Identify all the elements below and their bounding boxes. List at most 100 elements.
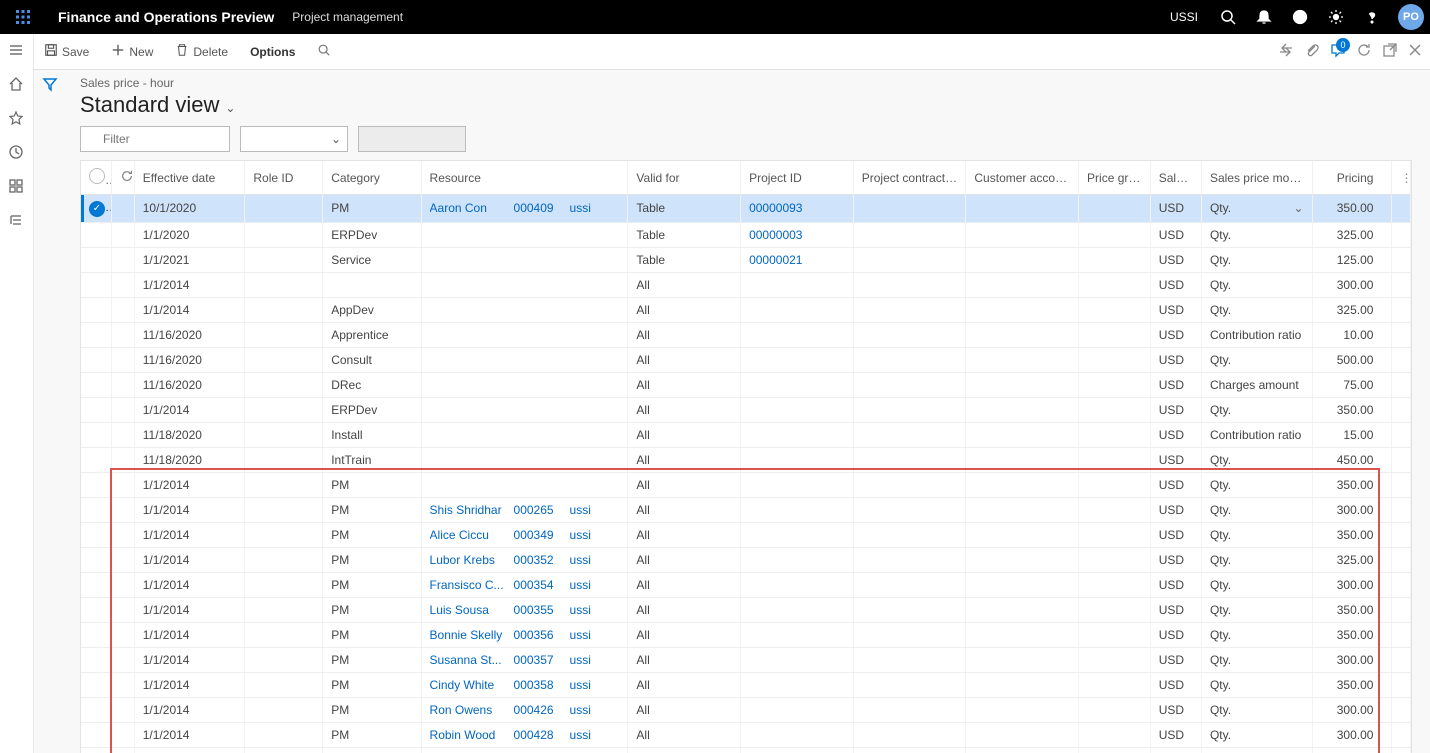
row-select-cell[interactable]: [81, 647, 112, 672]
cell-pricing[interactable]: 325.00: [1312, 297, 1392, 322]
cell-project-id[interactable]: [741, 297, 854, 322]
resource-code[interactable]: 000409: [514, 201, 562, 215]
cell-contract-id[interactable]: [853, 472, 966, 497]
cell-effective-date[interactable]: 1/1/2014: [134, 522, 245, 547]
cell-currency[interactable]: USD: [1150, 272, 1201, 297]
cell-pricing[interactable]: 350.00: [1312, 672, 1392, 697]
cell-role-id[interactable]: [245, 447, 323, 472]
resource-name[interactable]: Aaron Con: [430, 201, 506, 215]
cell-pricing[interactable]: 300.00: [1312, 572, 1392, 597]
help-icon[interactable]: [1356, 1, 1388, 33]
cell-category[interactable]: PM: [323, 747, 421, 753]
cell-pricing[interactable]: 350.00: [1312, 397, 1392, 422]
cell-price-group[interactable]: [1079, 722, 1151, 747]
row-select-cell[interactable]: [81, 572, 112, 597]
col-valid-for[interactable]: Valid for: [628, 161, 741, 195]
cell-price-group[interactable]: [1079, 397, 1151, 422]
table-row[interactable]: 1/1/2014PMLuis Sousa000355ussiAllUSDQty.…: [81, 597, 1411, 622]
row-select-cell[interactable]: [81, 472, 112, 497]
cell-pricing[interactable]: 300.00: [1312, 722, 1392, 747]
cmdbar-search-button[interactable]: [307, 37, 341, 66]
cell-role-id[interactable]: [245, 195, 323, 223]
cell-contract-id[interactable]: [853, 697, 966, 722]
cell-valid-for[interactable]: All: [628, 472, 741, 497]
cell-project-id[interactable]: [741, 647, 854, 672]
resource-name[interactable]: Cindy White: [430, 678, 506, 692]
cell-resource[interactable]: Lubor Krebs000352ussi: [421, 547, 628, 572]
cell-valid-for[interactable]: Table: [628, 247, 741, 272]
cell-price-group[interactable]: [1079, 372, 1151, 397]
table-row[interactable]: 1/1/2014PMRobin Wood000428ussiAllUSDQty.…: [81, 722, 1411, 747]
resource-code[interactable]: 000354: [514, 578, 562, 592]
col-effective-date[interactable]: Effective date: [134, 161, 245, 195]
cell-project-id[interactable]: [741, 672, 854, 697]
cell-pricing[interactable]: 350.00: [1312, 597, 1392, 622]
resource-company[interactable]: ussi: [570, 578, 591, 592]
options-button[interactable]: Options: [240, 39, 305, 65]
cell-valid-for[interactable]: All: [628, 597, 741, 622]
cell-project-id[interactable]: [741, 472, 854, 497]
cell-pricing[interactable]: 350.00: [1312, 472, 1392, 497]
cell-category[interactable]: DRec: [323, 372, 421, 397]
cell-price-group[interactable]: [1079, 272, 1151, 297]
cell-price-group[interactable]: [1079, 347, 1151, 372]
table-row[interactable]: 1/1/2014PMBonnie Skelly000356ussiAllUSDQ…: [81, 622, 1411, 647]
cell-project-id[interactable]: [741, 347, 854, 372]
cell-contract-id[interactable]: [853, 372, 966, 397]
cell-valid-for[interactable]: All: [628, 622, 741, 647]
cell-sales-price-model[interactable]: Qty.: [1201, 347, 1312, 372]
resource-company[interactable]: ussi: [570, 528, 591, 542]
cell-project-id[interactable]: [741, 322, 854, 347]
cell-sales-price-model[interactable]: Qty.: [1201, 722, 1312, 747]
cell-resource[interactable]: Alice Ciccu000349ussi: [421, 522, 628, 547]
table-row[interactable]: 1/1/2014PMAllUSDQty.350.00: [81, 472, 1411, 497]
attach-icon[interactable]: [1278, 42, 1294, 61]
cell-sales-price-model[interactable]: Qty.: [1201, 272, 1312, 297]
table-row[interactable]: 11/16/2020DRecAllUSDCharges amount75.00: [81, 372, 1411, 397]
cell-resource[interactable]: [421, 422, 628, 447]
row-select-cell[interactable]: [81, 672, 112, 697]
cell-customer-account[interactable]: [966, 672, 1079, 697]
cell-currency[interactable]: USD: [1150, 297, 1201, 322]
cell-category[interactable]: PM: [323, 547, 421, 572]
cell-pricing[interactable]: 75.00: [1312, 372, 1392, 397]
resource-name[interactable]: Alice Ciccu: [430, 528, 506, 542]
cell-customer-account[interactable]: [966, 422, 1079, 447]
cell-role-id[interactable]: [245, 422, 323, 447]
cell-currency[interactable]: USD: [1150, 722, 1201, 747]
cell-resource[interactable]: [421, 347, 628, 372]
cell-customer-account[interactable]: [966, 372, 1079, 397]
cell-project-id[interactable]: [741, 397, 854, 422]
col-contract-id[interactable]: Project contract ID: [853, 161, 966, 195]
cell-price-group[interactable]: [1079, 322, 1151, 347]
cell-price-group[interactable]: [1079, 472, 1151, 497]
cell-project-id[interactable]: 00000093: [741, 195, 854, 223]
resource-name[interactable]: Fransisco C...: [430, 578, 506, 592]
cell-customer-account[interactable]: [966, 297, 1079, 322]
cell-category[interactable]: IntTrain: [323, 447, 421, 472]
cell-contract-id[interactable]: [853, 522, 966, 547]
cell-customer-account[interactable]: [966, 247, 1079, 272]
cell-role-id[interactable]: [245, 372, 323, 397]
cell-project-id[interactable]: [741, 622, 854, 647]
cell-pricing[interactable]: 125.00: [1312, 247, 1392, 272]
refresh-header[interactable]: [112, 161, 135, 195]
cell-customer-account[interactable]: [966, 447, 1079, 472]
cell-sales-price-model[interactable]: Qty.: [1201, 572, 1312, 597]
cell-category[interactable]: [323, 272, 421, 297]
messages-icon[interactable]: 0: [1330, 42, 1346, 61]
cell-effective-date[interactable]: 1/1/2014: [134, 572, 245, 597]
cell-effective-date[interactable]: 1/1/2014: [134, 722, 245, 747]
cell-category[interactable]: AppDev: [323, 297, 421, 322]
col-more-icon[interactable]: ⋮: [1392, 161, 1411, 195]
cell-sales-price-model[interactable]: Qty.: [1201, 547, 1312, 572]
cell-price-group[interactable]: [1079, 672, 1151, 697]
resource-name[interactable]: Robin Wood: [430, 728, 506, 742]
table-row[interactable]: ✓10/1/2020PMAaron Con000409ussiTable0000…: [81, 195, 1411, 223]
cell-sales-price-model[interactable]: Qty.: [1201, 447, 1312, 472]
table-row[interactable]: 11/16/2020ApprenticeAllUSDContribution r…: [81, 322, 1411, 347]
cell-pricing[interactable]: 500.00: [1312, 347, 1392, 372]
resource-company[interactable]: ussi: [570, 201, 591, 215]
cell-effective-date[interactable]: 1/1/2014: [134, 647, 245, 672]
cell-project-id[interactable]: [741, 572, 854, 597]
